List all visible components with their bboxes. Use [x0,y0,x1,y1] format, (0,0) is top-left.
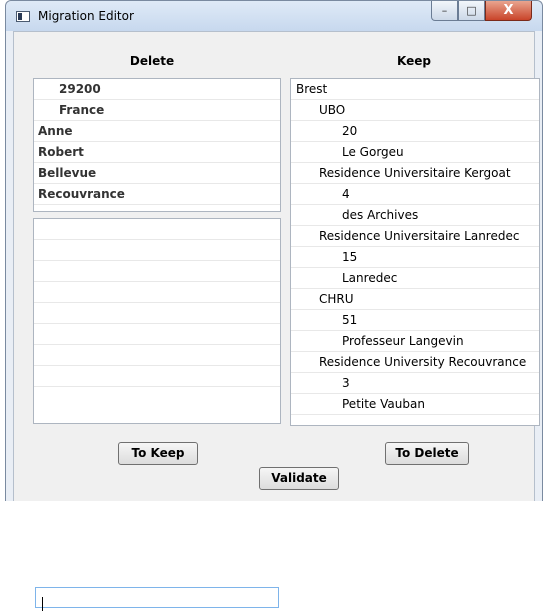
keep-tree-item[interactable]: Professeur Langevin [291,331,539,352]
delete-list-item[interactable]: Bellevue [34,163,280,184]
maximize-icon: □ [466,4,477,17]
keep-tree-item[interactable]: 51 [291,310,539,331]
minimize-icon: – [441,4,448,17]
keep-tree-item[interactable]: UBO [291,100,539,121]
keep-tree-item[interactable]: 20 [291,121,539,142]
keep-tree[interactable]: Brest UBO 20 Le Gorgeu Residence Universitai… [290,78,540,426]
editor-empty-row [34,324,280,345]
caption-buttons: – □ X [431,1,532,23]
delete-list-item[interactable]: Recouvrance [34,184,280,205]
keep-tree-item[interactable]: Residence Universitaire Kergoat [291,163,539,184]
keep-tree-item[interactable]: CHRU [291,289,539,310]
editor-empty-row [34,366,280,387]
to-keep-button[interactable]: To Keep [118,442,198,465]
keep-tree-item[interactable]: Petite Vauban [291,394,539,415]
keep-tree-item[interactable]: Residence University Recouvrance [291,352,539,373]
editor-empty-row [34,261,280,282]
keep-tree-item[interactable]: des Archives [291,205,539,226]
delete-list[interactable]: 29200 France Anne Robert Bellevue Recouvrance [33,78,281,212]
keep-tree-item[interactable]: Lanredec [291,268,539,289]
delete-editor-input[interactable] [35,587,279,608]
keep-tree-item[interactable]: 3 [291,373,539,394]
migration-editor-window: Migration Editor – □ X Delete Keep 29200… [5,0,543,611]
keep-column-header: Keep [397,54,431,68]
delete-editor-list[interactable] [33,218,281,611]
validate-button[interactable]: Validate [259,467,339,490]
delete-list-item[interactable]: 29200 [34,79,280,100]
keep-tree-item[interactable]: Residence Universitaire Lanredec [291,226,539,247]
client-area: Delete Keep 29200 France Anne Robert Bellevu… [13,31,540,611]
keep-tree-item[interactable]: Le Gorgeu [291,142,539,163]
keep-tree-item[interactable]: 15 [291,247,539,268]
to-delete-button[interactable]: To Delete [385,442,469,465]
delete-list-item[interactable]: France [34,100,280,121]
maximize-button[interactable]: □ [458,1,485,21]
editor-empty-row [34,240,280,261]
editor-empty-row [34,345,280,366]
title-bar[interactable]: Migration Editor – □ X [6,1,542,31]
editor-empty-row [34,303,280,324]
delete-list-item[interactable]: Robert [34,142,280,163]
editor-empty-row [34,219,280,240]
text-caret [42,597,43,611]
editor-empty-row [34,282,280,303]
app-window-icon [16,11,30,22]
close-icon: X [503,3,514,18]
close-button[interactable]: X [485,1,532,21]
delete-list-item[interactable]: Anne [34,121,280,142]
delete-column-header: Delete [129,54,175,68]
keep-tree-item[interactable]: Brest [291,79,539,100]
keep-tree-item[interactable]: 4 [291,184,539,205]
window-title: Migration Editor [38,9,134,23]
minimize-button[interactable]: – [431,1,458,21]
